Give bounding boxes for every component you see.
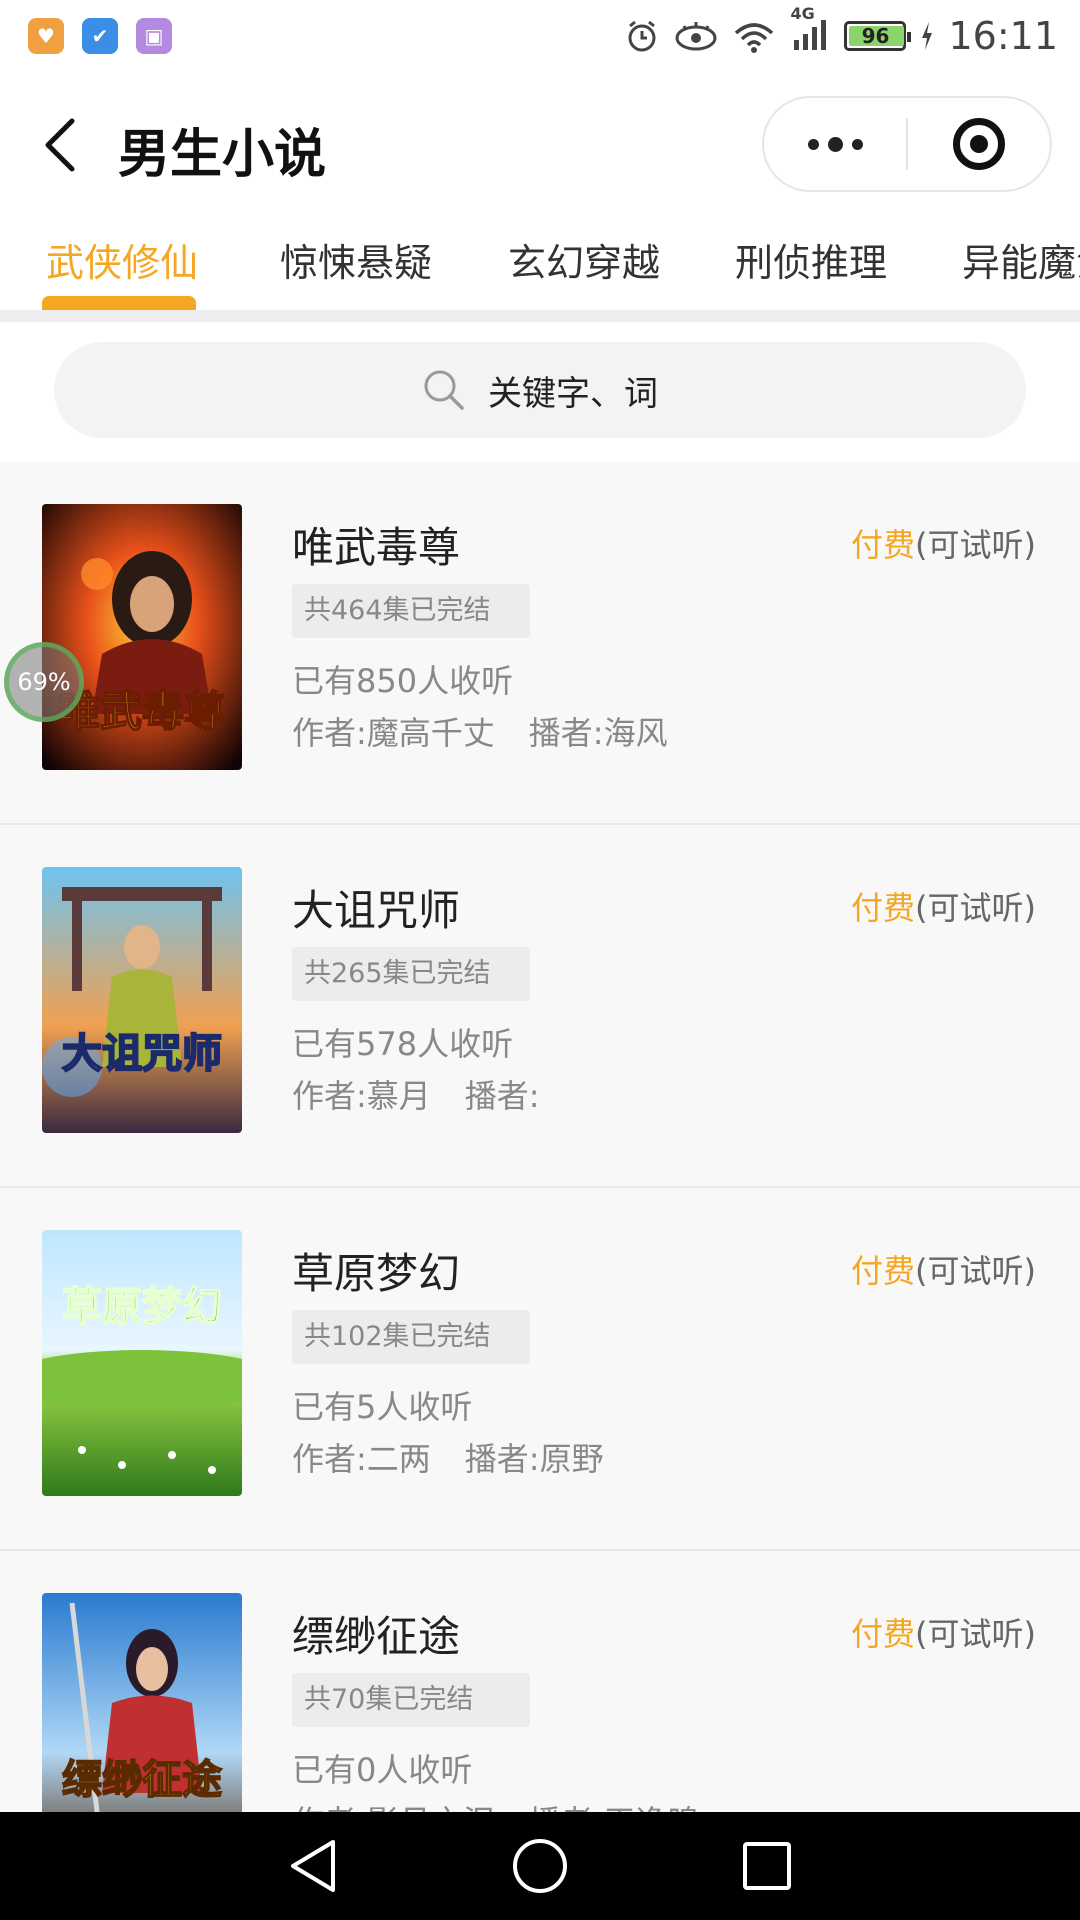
book-author: 作者:影月之泪 <box>292 1797 495 1812</box>
nav-back-icon[interactable] <box>285 1836 341 1896</box>
category-tabs: 武侠修仙 惊悚悬疑 玄幻穿越 刑侦推理 异能魔法 <box>0 222 1080 310</box>
listen-count: 已有5人收听 <box>292 1388 473 1426</box>
book-narrator: 播者: <box>464 1077 540 1115</box>
book-title: 缥缈征途 <box>292 1612 461 1661</box>
price-paid: 付费 <box>851 1615 916 1653</box>
search-section: 关键字、词 <box>0 322 1080 462</box>
tab-detective[interactable]: 刑侦推理 <box>735 232 887 287</box>
search-icon <box>424 370 464 410</box>
price-note: (可试听) <box>915 889 1036 927</box>
nav-recents-icon[interactable] <box>739 1838 795 1894</box>
task-app-icon: ✔ <box>82 18 118 54</box>
price-label: 付费(可试听) <box>851 1246 1036 1292</box>
cover-title-text: 大诅咒师 <box>62 1030 222 1077</box>
cover-title-text: 缥缈征途 <box>62 1756 222 1803</box>
listen-count: 已有578人收听 <box>292 1025 514 1063</box>
price-paid: 付费 <box>851 526 916 564</box>
book-meta: 作者:影月之泪 播者:天逸鸣 <box>292 1797 700 1812</box>
price-label: 付费(可试听) <box>851 883 1036 929</box>
book-item[interactable]: 大诅咒师 大诅咒师 共265集已完结 已有578人收听 作者:慕月 播者: 付费… <box>0 825 1080 1188</box>
book-item[interactable]: 唯武毒尊 唯武毒尊 共464集已完结 已有850人收听 作者:魔高千丈 播者:海… <box>0 462 1080 825</box>
battery-icon: 96 <box>844 21 912 51</box>
price-note: (可试听) <box>915 1252 1036 1290</box>
book-narrator: 播者:海风 <box>528 714 668 752</box>
mini-program-capsule <box>762 96 1052 192</box>
book-meta: 作者:慕月 播者: <box>292 1071 540 1117</box>
book-narrator: 播者:原野 <box>464 1440 604 1478</box>
status-bar: ♥ ✔ ▣ 4G 96 16:11 <box>0 0 1080 72</box>
status-time: 16:11 <box>948 14 1058 58</box>
price-note: (可试听) <box>915 1615 1036 1653</box>
cover-title-text: 唯武毒尊 <box>58 687 226 736</box>
episode-badge: 共70集已完结 <box>292 1673 530 1727</box>
target-close-icon <box>953 118 1005 170</box>
book-narrator: 播者:天逸鸣 <box>529 1797 700 1812</box>
eye-comfort-icon <box>675 22 717 51</box>
cellular-signal-icon: 4G <box>790 4 830 58</box>
wifi-icon <box>735 23 774 53</box>
notification-icons: ♥ ✔ ▣ <box>28 18 172 54</box>
floating-progress-badge[interactable]: 69% <box>4 642 84 722</box>
active-tab-indicator <box>42 296 196 310</box>
book-item[interactable]: 草原梦幻 草原梦幻 共102集已完结 已有5人收听 作者:二两 播者:原野 付费… <box>0 1188 1080 1551</box>
book-author: 作者:魔高千丈 <box>292 714 495 752</box>
book-title: 唯武毒尊 <box>292 523 461 572</box>
book-cover: 大诅咒师 <box>42 867 242 1133</box>
cover-title-text: 草原梦幻 <box>62 1283 222 1330</box>
price-label: 付费(可试听) <box>851 1609 1036 1655</box>
book-cover: 缥缈征途 <box>42 1593 242 1812</box>
search-input[interactable]: 关键字、词 <box>54 342 1026 438</box>
system-nav-bar <box>0 1812 1080 1920</box>
listen-count: 已有850人收听 <box>292 662 514 700</box>
tabs-divider <box>0 310 1080 322</box>
search-placeholder: 关键字、词 <box>488 373 658 414</box>
nav-home-icon[interactable] <box>510 1836 570 1896</box>
status-indicators: 4G 96 16:11 <box>624 4 1058 62</box>
episode-badge: 共464集已完结 <box>292 584 530 638</box>
book-cover: 草原梦幻 <box>42 1230 242 1496</box>
gallery-app-icon: ▣ <box>136 18 172 54</box>
price-paid: 付费 <box>851 1252 916 1290</box>
book-meta: 作者:魔高千丈 播者:海风 <box>292 708 668 754</box>
book-author: 作者:二两 <box>292 1440 431 1478</box>
page-title: 男生小说 <box>118 125 327 185</box>
charging-icon <box>922 22 933 50</box>
book-author: 作者:慕月 <box>292 1077 431 1115</box>
tab-wuxia[interactable]: 武侠修仙 <box>46 232 198 287</box>
chevron-left-icon <box>45 118 75 172</box>
tab-thriller[interactable]: 惊悚悬疑 <box>280 232 432 287</box>
alarm-icon <box>628 20 656 52</box>
more-button[interactable] <box>764 98 906 190</box>
price-paid: 付费 <box>851 889 916 927</box>
book-title: 草原梦幻 <box>292 1249 461 1298</box>
book-list: 唯武毒尊 唯武毒尊 共464集已完结 已有850人收听 作者:魔高千丈 播者:海… <box>0 462 1080 1812</box>
health-app-icon: ♥ <box>28 18 64 54</box>
back-button[interactable] <box>32 110 88 180</box>
book-item[interactable]: 缥缈征途 缥缈征途 共70集已完结 已有0人收听 作者:影月之泪 播者:天逸鸣 … <box>0 1551 1080 1812</box>
title-bar: 男生小说 <box>0 72 1080 222</box>
more-dots-icon <box>807 136 863 152</box>
close-program-button[interactable] <box>908 98 1050 190</box>
book-meta: 作者:二两 播者:原野 <box>292 1434 604 1480</box>
episode-badge: 共102集已完结 <box>292 1310 530 1364</box>
book-title: 大诅咒师 <box>292 886 461 935</box>
tab-fantasy[interactable]: 玄幻穿越 <box>508 232 660 287</box>
tab-magic[interactable]: 异能魔法 <box>962 232 1080 287</box>
listen-count: 已有0人收听 <box>292 1751 473 1789</box>
book-cover: 唯武毒尊 <box>42 504 242 770</box>
price-note: (可试听) <box>915 526 1036 564</box>
price-label: 付费(可试听) <box>851 520 1036 566</box>
episode-badge: 共265集已完结 <box>292 947 530 1001</box>
